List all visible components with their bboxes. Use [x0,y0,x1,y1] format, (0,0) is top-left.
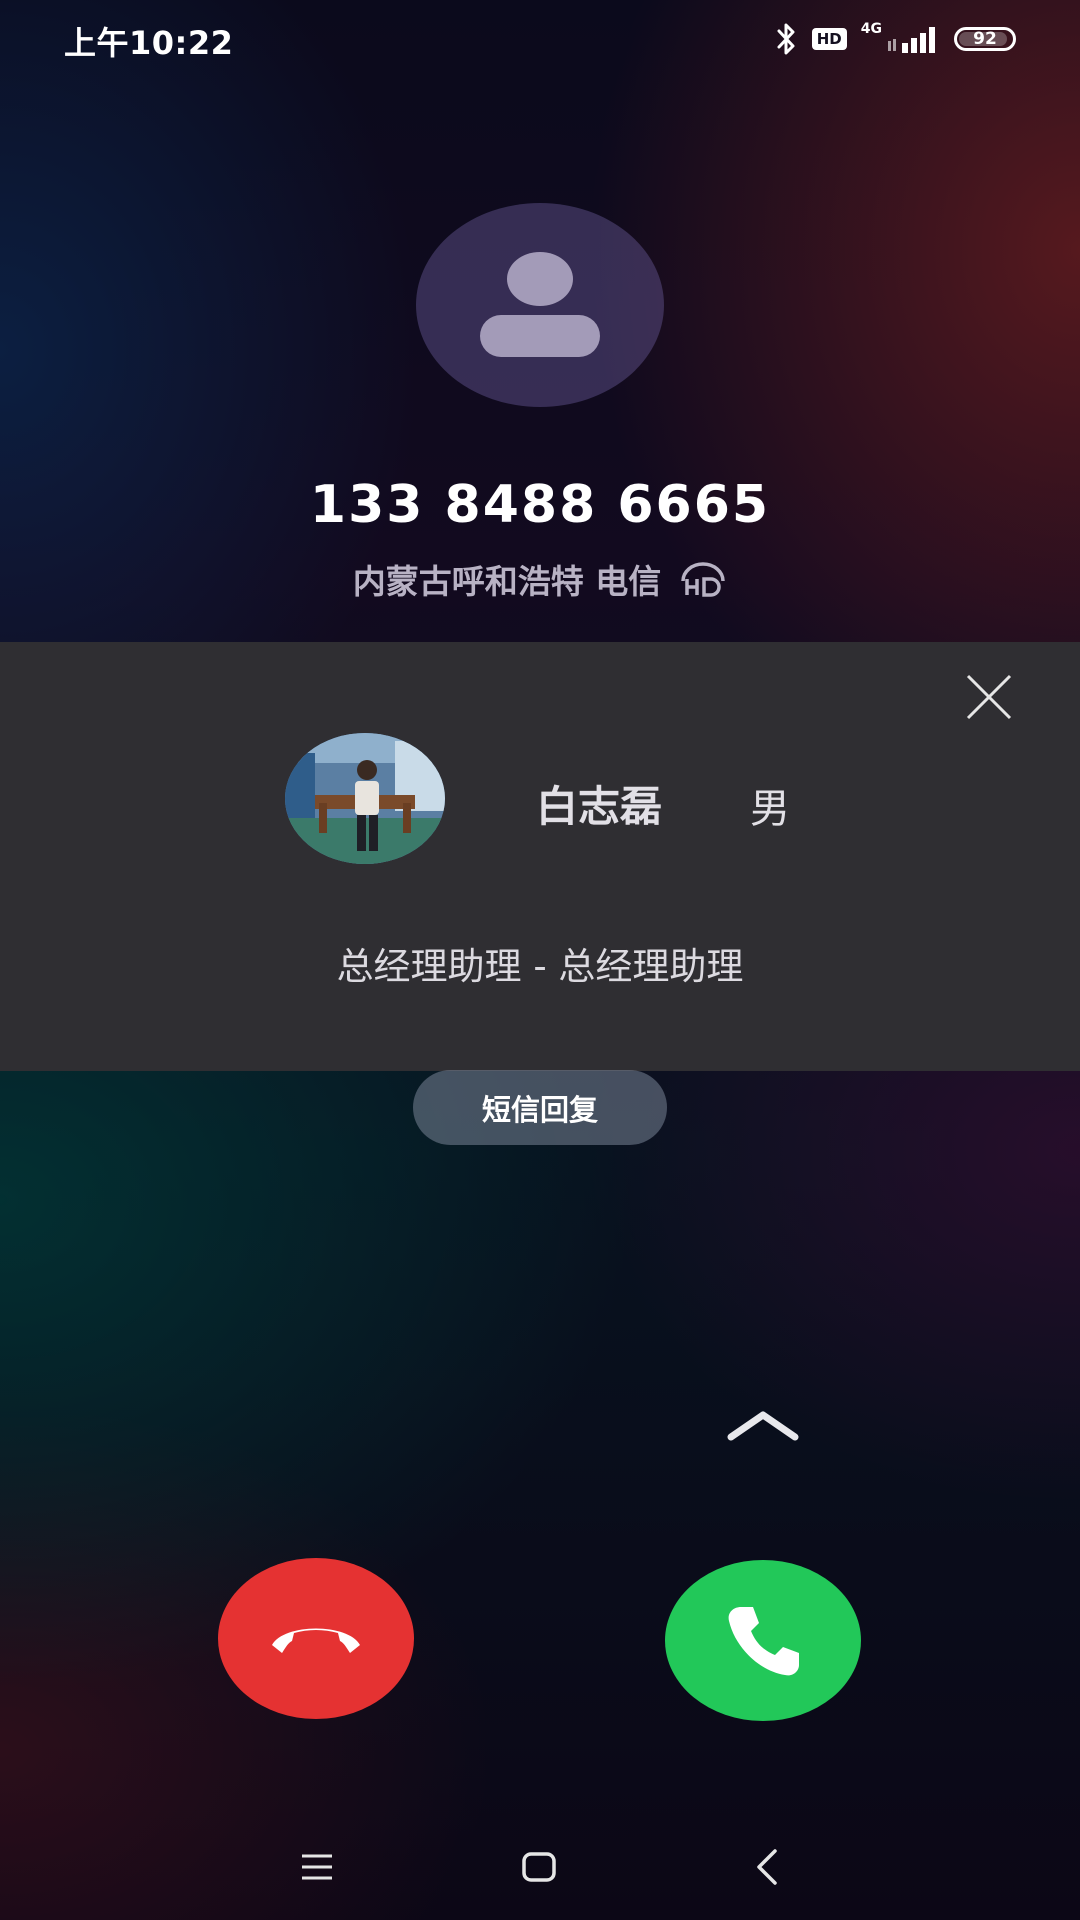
signal-bars-icon [888,27,935,53]
phone-hangup-icon [272,1628,360,1653]
contact-name: 白志磊 [536,782,663,831]
person-icon [480,252,600,357]
caller-location-row: 内蒙古呼和浩特 电信 [0,555,1080,603]
contact-card [0,642,1080,1071]
contact-photo [285,733,445,864]
chevron-up-icon [727,1411,799,1441]
bluetooth-icon [777,23,795,55]
contact-title: 总经理助理 - 总经理助理 [336,945,744,988]
decline-call-button[interactable] [218,1558,414,1719]
contact-gender: 男 [750,786,790,832]
battery-level: 92 [973,29,997,49]
home-icon[interactable] [522,1851,556,1883]
sms-reply-label: 短信回复 [481,1092,598,1127]
hd-voice-icon [681,562,725,597]
answer-call-button[interactable] [665,1560,861,1721]
hd-badge: HD [811,28,847,50]
battery-icon: 92 [954,27,1016,51]
contact-photo-image [285,733,445,864]
caller-number: 133 8488 6665 [309,475,771,535]
menu-icon[interactable] [300,1852,334,1882]
status-icons: HD 4G 92 [776,21,1016,56]
network-type: 4G [860,21,882,37]
status-bar: 上午10:22 HD 4G 92 [0,0,1080,80]
status-time: 上午10:22 [64,24,234,62]
close-icon[interactable] [964,672,1014,722]
caller-location: 内蒙古呼和浩特 电信 [352,562,662,601]
caller-avatar [416,203,664,407]
sms-reply-button[interactable]: 短信回复 [413,1070,667,1145]
phone-icon [728,1606,799,1675]
back-icon[interactable] [755,1848,779,1886]
